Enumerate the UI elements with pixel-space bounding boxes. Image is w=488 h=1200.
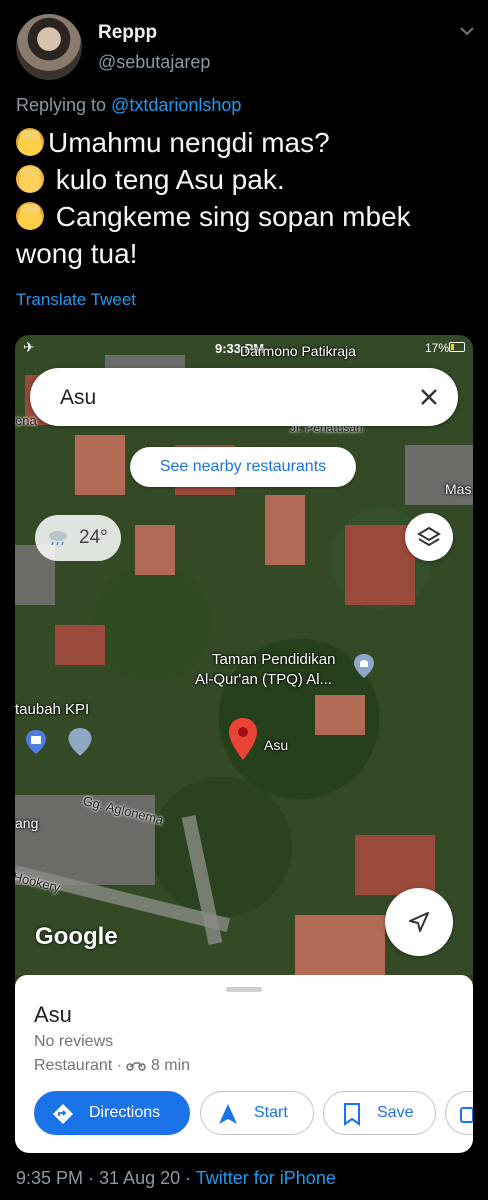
mosque-poi-icon[interactable] <box>353 653 375 679</box>
rooftop <box>295 915 385 975</box>
start-button[interactable]: Start <box>200 1091 314 1135</box>
pin-label: Asu <box>264 737 289 753</box>
motorcycle-icon <box>126 1062 147 1071</box>
google-logo: Google <box>35 923 118 950</box>
map-label: ang <box>15 815 39 831</box>
tweet-footer: 9:35 PM · 31 Aug 20 · Twitter for iPhone <box>16 1168 336 1189</box>
save-label: Save <box>377 1104 414 1121</box>
nearby-restaurants-label: See nearby restaurants <box>159 458 327 475</box>
share-button[interactable] <box>445 1091 473 1135</box>
map-label: Mas <box>445 481 472 497</box>
avatar[interactable] <box>16 14 82 80</box>
rooftop <box>265 495 305 565</box>
rain-cloud-icon <box>49 531 67 546</box>
tweet-header: Reppp @sebutajarep <box>16 12 476 82</box>
person-emoji-icon <box>16 128 44 156</box>
translate-link[interactable]: Translate Tweet <box>16 290 136 310</box>
satellite-map[interactable]: ✈ 9:33 PM 17% Darmono Patikraja Jl. Pena… <box>15 335 473 975</box>
save-button[interactable]: Save <box>323 1091 436 1135</box>
map-label: taubah KPI <box>15 701 90 718</box>
tweet-line: kulo teng Asu pak. <box>16 161 476 198</box>
directions-icon <box>53 1104 73 1124</box>
map-layers-button[interactable] <box>405 513 453 561</box>
place-category: Restaurant · <box>34 1057 127 1074</box>
layers-icon <box>417 526 441 547</box>
my-location-button[interactable] <box>385 888 453 956</box>
shop-poi-icon[interactable] <box>25 729 47 755</box>
place-reviews: No reviews <box>34 1033 114 1050</box>
directions-button[interactable]: Directions <box>34 1091 190 1135</box>
bookmark-icon <box>344 1103 360 1126</box>
tweet-text: Umahmu nengdi mas? kulo teng Asu pak. Ca… <box>16 124 476 272</box>
rooftop <box>55 625 105 665</box>
place-name: Asu <box>34 1002 72 1027</box>
user-handle[interactable]: @sebutajarep <box>98 52 210 73</box>
travel-time: 8 min <box>150 1057 191 1074</box>
close-icon[interactable] <box>414 382 444 412</box>
directions-label: Directions <box>89 1104 161 1121</box>
rooftop <box>315 695 365 735</box>
tweet-source[interactable]: Twitter for iPhone <box>196 1168 336 1188</box>
replying-to: Replying to @txtdarionlshop <box>16 95 241 116</box>
person-emoji-icon <box>16 165 44 193</box>
place-meta: Restaurant · 8 min <box>34 1057 190 1075</box>
replying-prefix: Replying to <box>16 95 107 115</box>
weather-chip[interactable]: 24° <box>35 515 121 561</box>
tweet-line: Umahmu nengdi mas? <box>16 124 476 161</box>
start-label: Start <box>254 1104 288 1121</box>
search-input[interactable]: Asu <box>30 368 458 426</box>
place-bottom-sheet[interactable]: Asu No reviews Restaurant · 8 min Direct… <box>15 975 473 1153</box>
temperature: 24° <box>79 527 108 548</box>
rooftop <box>75 435 125 495</box>
rooftop <box>355 835 435 895</box>
battery-icon <box>449 342 465 352</box>
mention-link[interactable]: @txtdarionlshop <box>111 95 241 115</box>
tweet-line: wong tua! <box>16 238 138 269</box>
map-label: Taman Pendidikan <box>212 651 336 668</box>
share-icon <box>460 1107 473 1123</box>
navigation-arrow-icon <box>409 912 429 932</box>
map-label: Darmono Patikraja <box>240 343 356 359</box>
attached-screenshot[interactable]: ✈ 9:33 PM 17% Darmono Patikraja Jl. Pena… <box>15 335 473 1153</box>
navigation-arrow-icon <box>219 1104 237 1124</box>
battery-percent: 17% <box>424 341 449 355</box>
drag-handle[interactable] <box>226 987 262 992</box>
nearby-restaurants-button[interactable]: See nearby restaurants <box>130 447 356 487</box>
chevron-down-icon[interactable] <box>458 22 476 40</box>
display-name[interactable]: Reppp <box>98 22 157 44</box>
mosque-poi-icon[interactable] <box>67 727 93 757</box>
rooftop <box>135 525 175 575</box>
airplane-mode-icon: ✈ <box>23 339 35 355</box>
location-pin-icon[interactable] <box>228 717 258 761</box>
tweet-line: Cangkeme sing sopan mbek <box>16 198 476 235</box>
tweet-timestamp[interactable]: 9:35 PM · 31 Aug 20 · <box>16 1168 196 1188</box>
person-emoji-icon <box>16 202 44 230</box>
map-label: Al-Qur'an (TPQ) Al... <box>195 671 333 688</box>
map-label: ena <box>15 413 37 428</box>
search-value: Asu <box>60 386 97 409</box>
